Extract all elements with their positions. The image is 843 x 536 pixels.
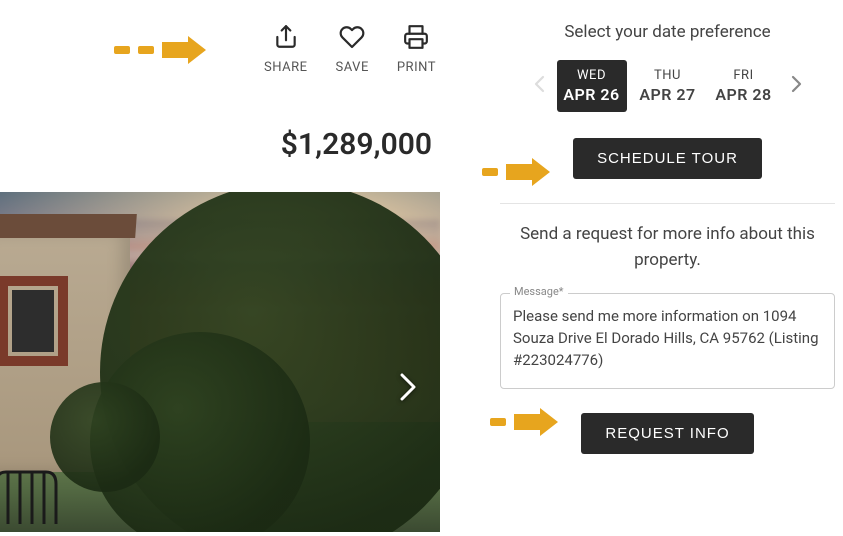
callout-arrow-actions: [114, 36, 206, 64]
send-request-label: Send a request for more info about this …: [500, 222, 835, 273]
share-button[interactable]: SHARE: [264, 24, 308, 75]
action-bar: SHARE SAVE PRINT: [0, 24, 440, 75]
date-md: APR 26: [559, 85, 625, 104]
date-prev-button: [527, 74, 551, 98]
callout-arrow-schedule: [482, 158, 550, 186]
arrow-right-icon: [506, 158, 550, 186]
date-dow: FRI: [711, 68, 777, 83]
message-textarea[interactable]: [500, 293, 835, 389]
date-md: APR 28: [711, 85, 777, 104]
date-option-0[interactable]: WED APR 26: [557, 60, 627, 112]
save-label: SAVE: [336, 60, 369, 75]
fence-decor: [0, 464, 96, 524]
date-option-2[interactable]: FRI APR 28: [709, 60, 779, 112]
date-md: APR 27: [635, 85, 701, 104]
divider: [500, 203, 835, 204]
date-next-button[interactable]: [785, 74, 809, 98]
schedule-tour-button[interactable]: SCHEDULE TOUR: [573, 138, 762, 179]
message-legend: Message*: [510, 285, 568, 298]
request-info-button[interactable]: REQUEST INFO: [581, 413, 753, 454]
chevron-left-icon: [533, 75, 545, 97]
heart-icon: [339, 24, 365, 54]
share-label: SHARE: [264, 60, 308, 75]
date-option-1[interactable]: THU APR 27: [633, 60, 703, 112]
print-label: PRINT: [397, 60, 436, 75]
select-date-label: Select your date preference: [500, 22, 835, 42]
date-dow: THU: [635, 68, 701, 83]
photo-next-button[interactable]: [390, 371, 426, 407]
date-picker: WED APR 26 THU APR 27 FRI APR 28: [500, 60, 835, 112]
chevron-right-icon: [398, 373, 418, 405]
save-button[interactable]: SAVE: [336, 24, 369, 75]
print-icon: [403, 24, 429, 54]
listing-price: $1,289,000: [0, 127, 440, 162]
arrow-right-icon: [514, 408, 558, 436]
date-dow: WED: [559, 68, 625, 83]
arrow-right-icon: [162, 36, 206, 64]
callout-arrow-request: [490, 408, 558, 436]
share-icon: [273, 24, 299, 54]
print-button[interactable]: PRINT: [397, 24, 436, 75]
chevron-right-icon: [791, 75, 803, 97]
listing-photo[interactable]: [0, 192, 440, 532]
